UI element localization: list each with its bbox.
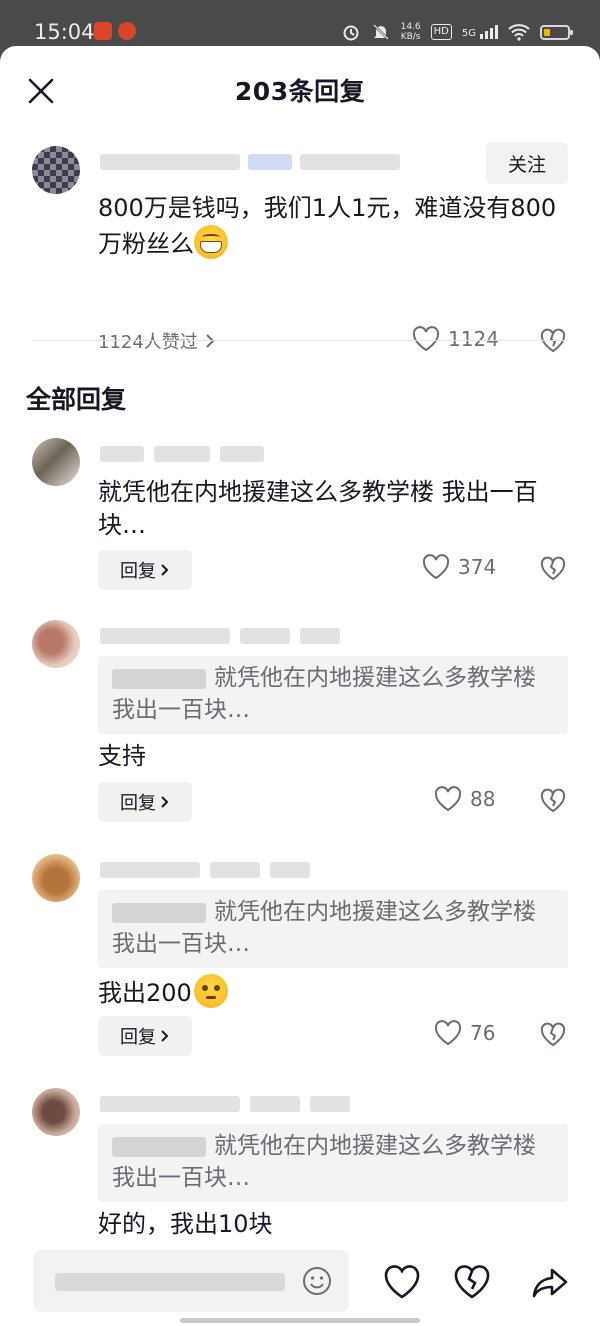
like-button[interactable]: 88 bbox=[434, 786, 495, 812]
emoji-icon[interactable] bbox=[301, 1265, 333, 1297]
reply-meta-redacted bbox=[100, 1096, 350, 1112]
reply-button[interactable]: 回复 bbox=[98, 550, 192, 590]
reply-text: 我出200 bbox=[98, 974, 568, 1010]
like-button[interactable]: 76 bbox=[434, 1020, 495, 1046]
avatar[interactable] bbox=[32, 854, 80, 902]
wifi-icon bbox=[508, 24, 530, 41]
network-speed: 14.6 KB/s bbox=[400, 22, 421, 42]
replies-sheet: 203条回复 关注 800万是钱吗，我们1人1元，难道没有800万粉丝么 112… bbox=[0, 46, 600, 1326]
reply-text: 支持 bbox=[98, 742, 146, 770]
input-placeholder-redacted bbox=[55, 1273, 285, 1291]
home-indicator bbox=[180, 1318, 420, 1323]
reply-meta-redacted bbox=[100, 446, 264, 462]
status-icons: 14.6 KB/s HD 5G bbox=[341, 20, 573, 44]
chevron-right-icon bbox=[161, 796, 169, 808]
comment-text: 800万是钱吗，我们1人1元，难道没有800万粉丝么 bbox=[98, 194, 557, 259]
grinning-emoji-icon bbox=[194, 225, 228, 259]
broken-heart-icon[interactable] bbox=[540, 788, 566, 814]
battery-icon bbox=[540, 24, 573, 40]
like-button[interactable]: 374 bbox=[422, 554, 496, 580]
reply-text: 就凭他在内地援建这么多教学楼 我出一百块… bbox=[98, 478, 538, 539]
broken-heart-icon[interactable] bbox=[540, 556, 566, 582]
heart-icon[interactable] bbox=[382, 1262, 422, 1302]
avatar[interactable] bbox=[32, 438, 80, 486]
bottom-input-bar bbox=[0, 1242, 600, 1326]
heart-icon bbox=[434, 1020, 462, 1046]
mute-icon bbox=[372, 24, 389, 40]
heart-icon bbox=[412, 326, 440, 352]
likers-link[interactable]: 1124人赞过 bbox=[98, 328, 216, 354]
quoted-reply[interactable]: 就凭他在内地援建这么多教学楼 我出一百块… bbox=[98, 656, 568, 734]
reply-text: 好的，我出10块 bbox=[98, 1210, 273, 1238]
avatar[interactable] bbox=[32, 620, 80, 668]
broken-heart-icon[interactable] bbox=[540, 328, 566, 354]
broken-heart-icon[interactable] bbox=[452, 1262, 492, 1302]
follow-button[interactable]: 关注 bbox=[486, 142, 568, 184]
heart-icon bbox=[422, 554, 450, 580]
divider bbox=[32, 340, 568, 341]
reply-input[interactable] bbox=[33, 1250, 349, 1312]
alarm-icon bbox=[343, 25, 359, 41]
like-button[interactable]: 1124 bbox=[412, 326, 499, 352]
quoted-reply[interactable]: 就凭他在内地援建这么多教学楼 我出一百块… bbox=[98, 890, 568, 968]
broken-heart-icon[interactable] bbox=[540, 1022, 566, 1048]
signal-icon: 5G bbox=[462, 25, 498, 39]
section-title: 全部回复 bbox=[26, 385, 127, 414]
thinking-emoji-icon bbox=[193, 974, 228, 1008]
chevron-right-icon bbox=[206, 334, 215, 348]
reply-button[interactable]: 回复 bbox=[98, 1016, 192, 1056]
sheet-header: 203条回复 bbox=[0, 46, 600, 132]
share-icon[interactable] bbox=[530, 1262, 570, 1302]
reply-button[interactable]: 回复 bbox=[98, 782, 192, 822]
chevron-right-icon bbox=[161, 1030, 169, 1042]
status-time: 15:04 bbox=[34, 20, 95, 44]
avatar[interactable] bbox=[32, 1088, 80, 1136]
page-title: 203条回复 bbox=[234, 77, 366, 106]
top-comment: 关注 800万是钱吗，我们1人1元，难道没有800万粉丝么 1124人赞过 11… bbox=[0, 142, 600, 353]
quoted-reply[interactable]: 就凭他在内地援建这么多教学楼 我出一百块… bbox=[98, 1124, 568, 1202]
heart-icon bbox=[434, 786, 462, 812]
hd-badge: HD bbox=[430, 24, 452, 40]
reply-meta-redacted bbox=[100, 628, 340, 644]
app-notification-icon bbox=[94, 22, 112, 40]
chevron-right-icon bbox=[161, 564, 169, 576]
app-notification-icon-2 bbox=[118, 22, 136, 40]
avatar[interactable] bbox=[32, 146, 80, 194]
reply-meta-redacted bbox=[100, 862, 310, 878]
comment-meta-redacted bbox=[100, 154, 400, 170]
